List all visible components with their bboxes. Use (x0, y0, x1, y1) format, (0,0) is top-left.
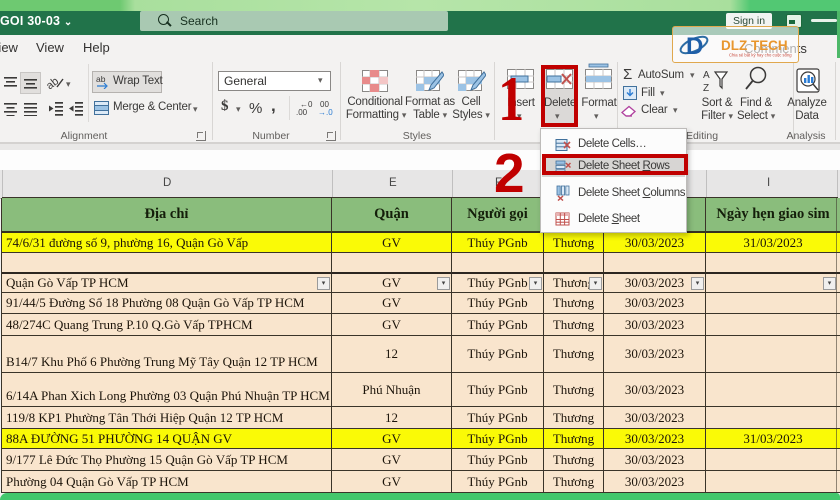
svg-text:ab: ab (96, 74, 106, 84)
svg-text:Chia sẻ bắt kỳ hay cho cuộc số: Chia sẻ bắt kỳ hay cho cuộc sống (729, 53, 792, 58)
svg-text:DLZ TECH: DLZ TECH (721, 37, 788, 53)
svg-text:Z: Z (703, 83, 709, 94)
svg-text:→.0: →.0 (318, 108, 333, 117)
svg-text:.00: .00 (296, 108, 308, 117)
svg-text:D: D (686, 33, 703, 60)
svg-text:A: A (703, 70, 710, 81)
svg-text:ab: ab (47, 75, 61, 90)
